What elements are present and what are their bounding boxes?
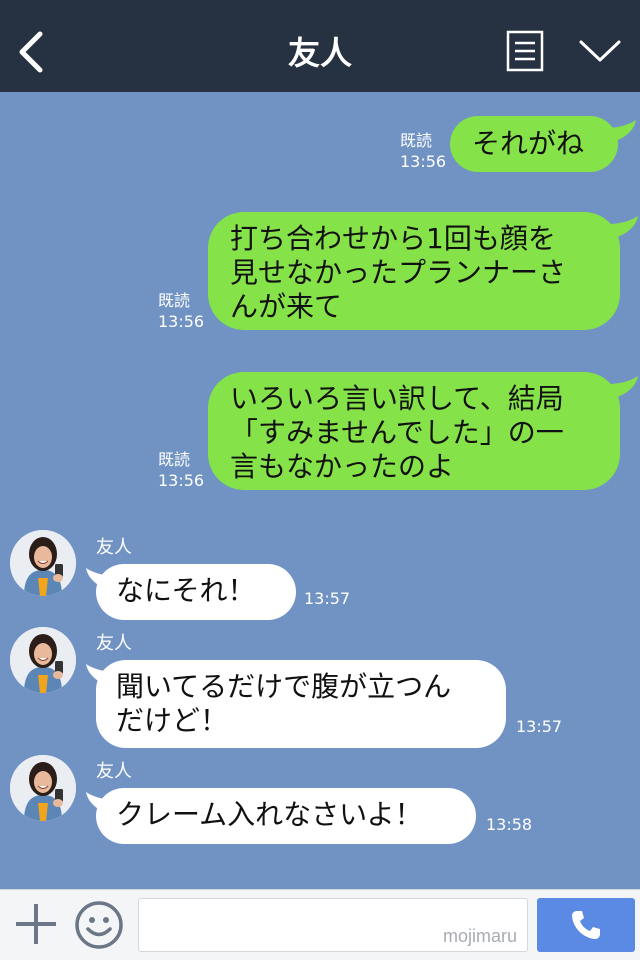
plus-icon bbox=[16, 904, 56, 944]
bubble-tail bbox=[606, 120, 636, 142]
watermark: mojimaru bbox=[442, 926, 517, 946]
bubble-tail bbox=[608, 216, 638, 238]
message-bubble[interactable]: それがね bbox=[450, 116, 618, 172]
message-line: 聞いてるだけで腹が立つん bbox=[116, 670, 452, 703]
call-button[interactable] bbox=[537, 898, 635, 952]
phone-icon bbox=[572, 911, 600, 939]
chat-header: 友人 bbox=[0, 0, 640, 92]
read-label: 既読 bbox=[400, 131, 433, 150]
avatar[interactable] bbox=[10, 627, 76, 693]
read-receipt: 既読 13:56 bbox=[158, 449, 208, 491]
bubble-tail bbox=[608, 376, 638, 398]
message-line: 見せなかったプランナーさ bbox=[230, 256, 567, 289]
input-bar: mojimaru bbox=[0, 889, 640, 960]
message-bubble[interactable]: クレーム入れなさいよ！ bbox=[96, 788, 476, 844]
message-text: 聞いてるだけで腹が立つん だけど！ bbox=[116, 670, 451, 738]
message-time: 13:58 bbox=[486, 815, 533, 834]
message-line: んが来て bbox=[230, 290, 343, 323]
avatar-image bbox=[10, 755, 76, 821]
avatar-image bbox=[10, 627, 76, 693]
menu-button[interactable] bbox=[506, 30, 544, 72]
message-line: 言もなかったのよ bbox=[230, 450, 455, 483]
message-time: 13:56 bbox=[400, 152, 447, 171]
chevron-down-icon bbox=[579, 40, 621, 62]
chat-area[interactable]: 既読 13:56 それがね 既読 13:56 打ち合わせから1回も顔を 見せなか… bbox=[0, 92, 640, 889]
message-input[interactable]: mojimaru bbox=[138, 898, 528, 952]
read-label: 既読 bbox=[158, 291, 191, 310]
message-bubble[interactable]: 打ち合わせから1回も顔を 見せなかったプランナーさ んが来て bbox=[208, 212, 620, 330]
message-text: 打ち合わせから1回も顔を 見せなかったプランナーさ んが来て bbox=[230, 222, 566, 324]
message-time: 13:56 bbox=[158, 312, 205, 331]
smiley-icon bbox=[75, 901, 123, 949]
message-text: クレーム入れなさいよ！ bbox=[116, 798, 423, 831]
sender-name: 友人 bbox=[96, 633, 132, 654]
read-label: 既読 bbox=[158, 450, 191, 469]
message-bubble[interactable]: なにそれ！ bbox=[96, 564, 296, 620]
avatar-image bbox=[10, 530, 76, 596]
chat-title: 友人 bbox=[287, 34, 352, 72]
read-receipt: 既読 13:56 bbox=[400, 130, 450, 172]
message-bubble[interactable]: 聞いてるだけで腹が立つん だけど！ bbox=[96, 660, 506, 748]
message-text: なにそれ！ bbox=[116, 574, 256, 607]
sender-name: 友人 bbox=[96, 537, 132, 558]
message-time: 13:56 bbox=[158, 471, 205, 490]
add-attachment-button[interactable] bbox=[14, 902, 58, 946]
back-chevron-icon bbox=[19, 31, 43, 73]
avatar[interactable] bbox=[10, 755, 76, 821]
read-receipt: 既読 13:56 bbox=[158, 290, 208, 332]
message-bubble[interactable]: いろいろ言い訳して、結局 「すみませんでした」の一 言もなかったのよ bbox=[208, 372, 620, 490]
message-time: 13:57 bbox=[516, 717, 563, 736]
message-text: いろいろ言い訳して、結局 「すみませんでした」の一 言もなかったのよ bbox=[230, 382, 564, 484]
back-button[interactable] bbox=[12, 30, 52, 74]
emoji-button[interactable] bbox=[74, 900, 124, 950]
message-text: それがね bbox=[472, 127, 585, 160]
message-line: 打ち合わせから1回も顔を bbox=[230, 222, 556, 255]
menu-list-icon bbox=[506, 30, 544, 72]
collapse-button[interactable] bbox=[578, 36, 622, 66]
message-line: 「すみませんでした」の一 bbox=[230, 416, 564, 449]
message-line: いろいろ言い訳して、結局 bbox=[230, 382, 564, 415]
sender-name: 友人 bbox=[96, 761, 132, 782]
message-time: 13:57 bbox=[304, 589, 351, 608]
message-line: だけど！ bbox=[116, 704, 229, 737]
avatar[interactable] bbox=[10, 530, 76, 596]
